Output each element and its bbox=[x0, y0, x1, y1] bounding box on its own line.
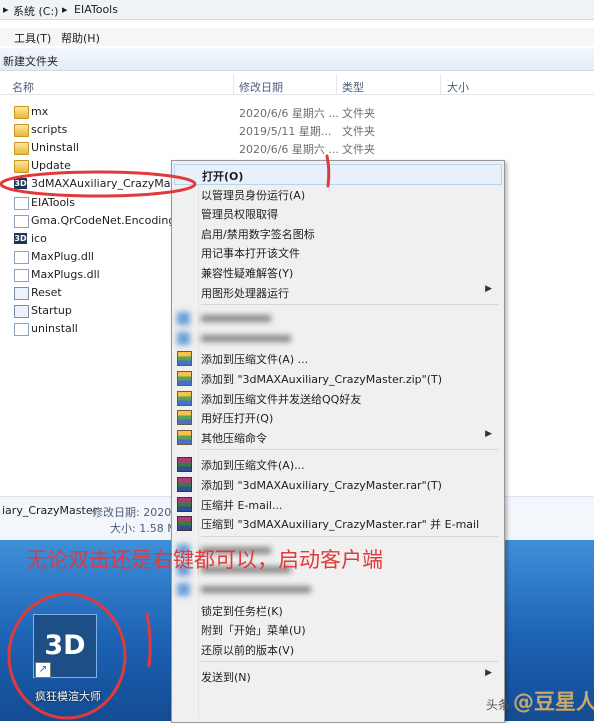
highlight-circle-desktop bbox=[7, 592, 127, 720]
annotation-stroke-desktop bbox=[145, 612, 152, 668]
annotation-overlay bbox=[0, 154, 331, 720]
watermark-prefix: 头条 bbox=[486, 698, 511, 712]
highlight-circle-file bbox=[0, 170, 197, 198]
annotation-stroke-menu bbox=[325, 154, 331, 188]
watermark-text: @豆星人 bbox=[513, 690, 594, 714]
annotation-caption: 无论双击还是右键都可以，启动客户端 bbox=[26, 548, 383, 572]
watermark: 头条 @豆星人 bbox=[486, 686, 594, 716]
